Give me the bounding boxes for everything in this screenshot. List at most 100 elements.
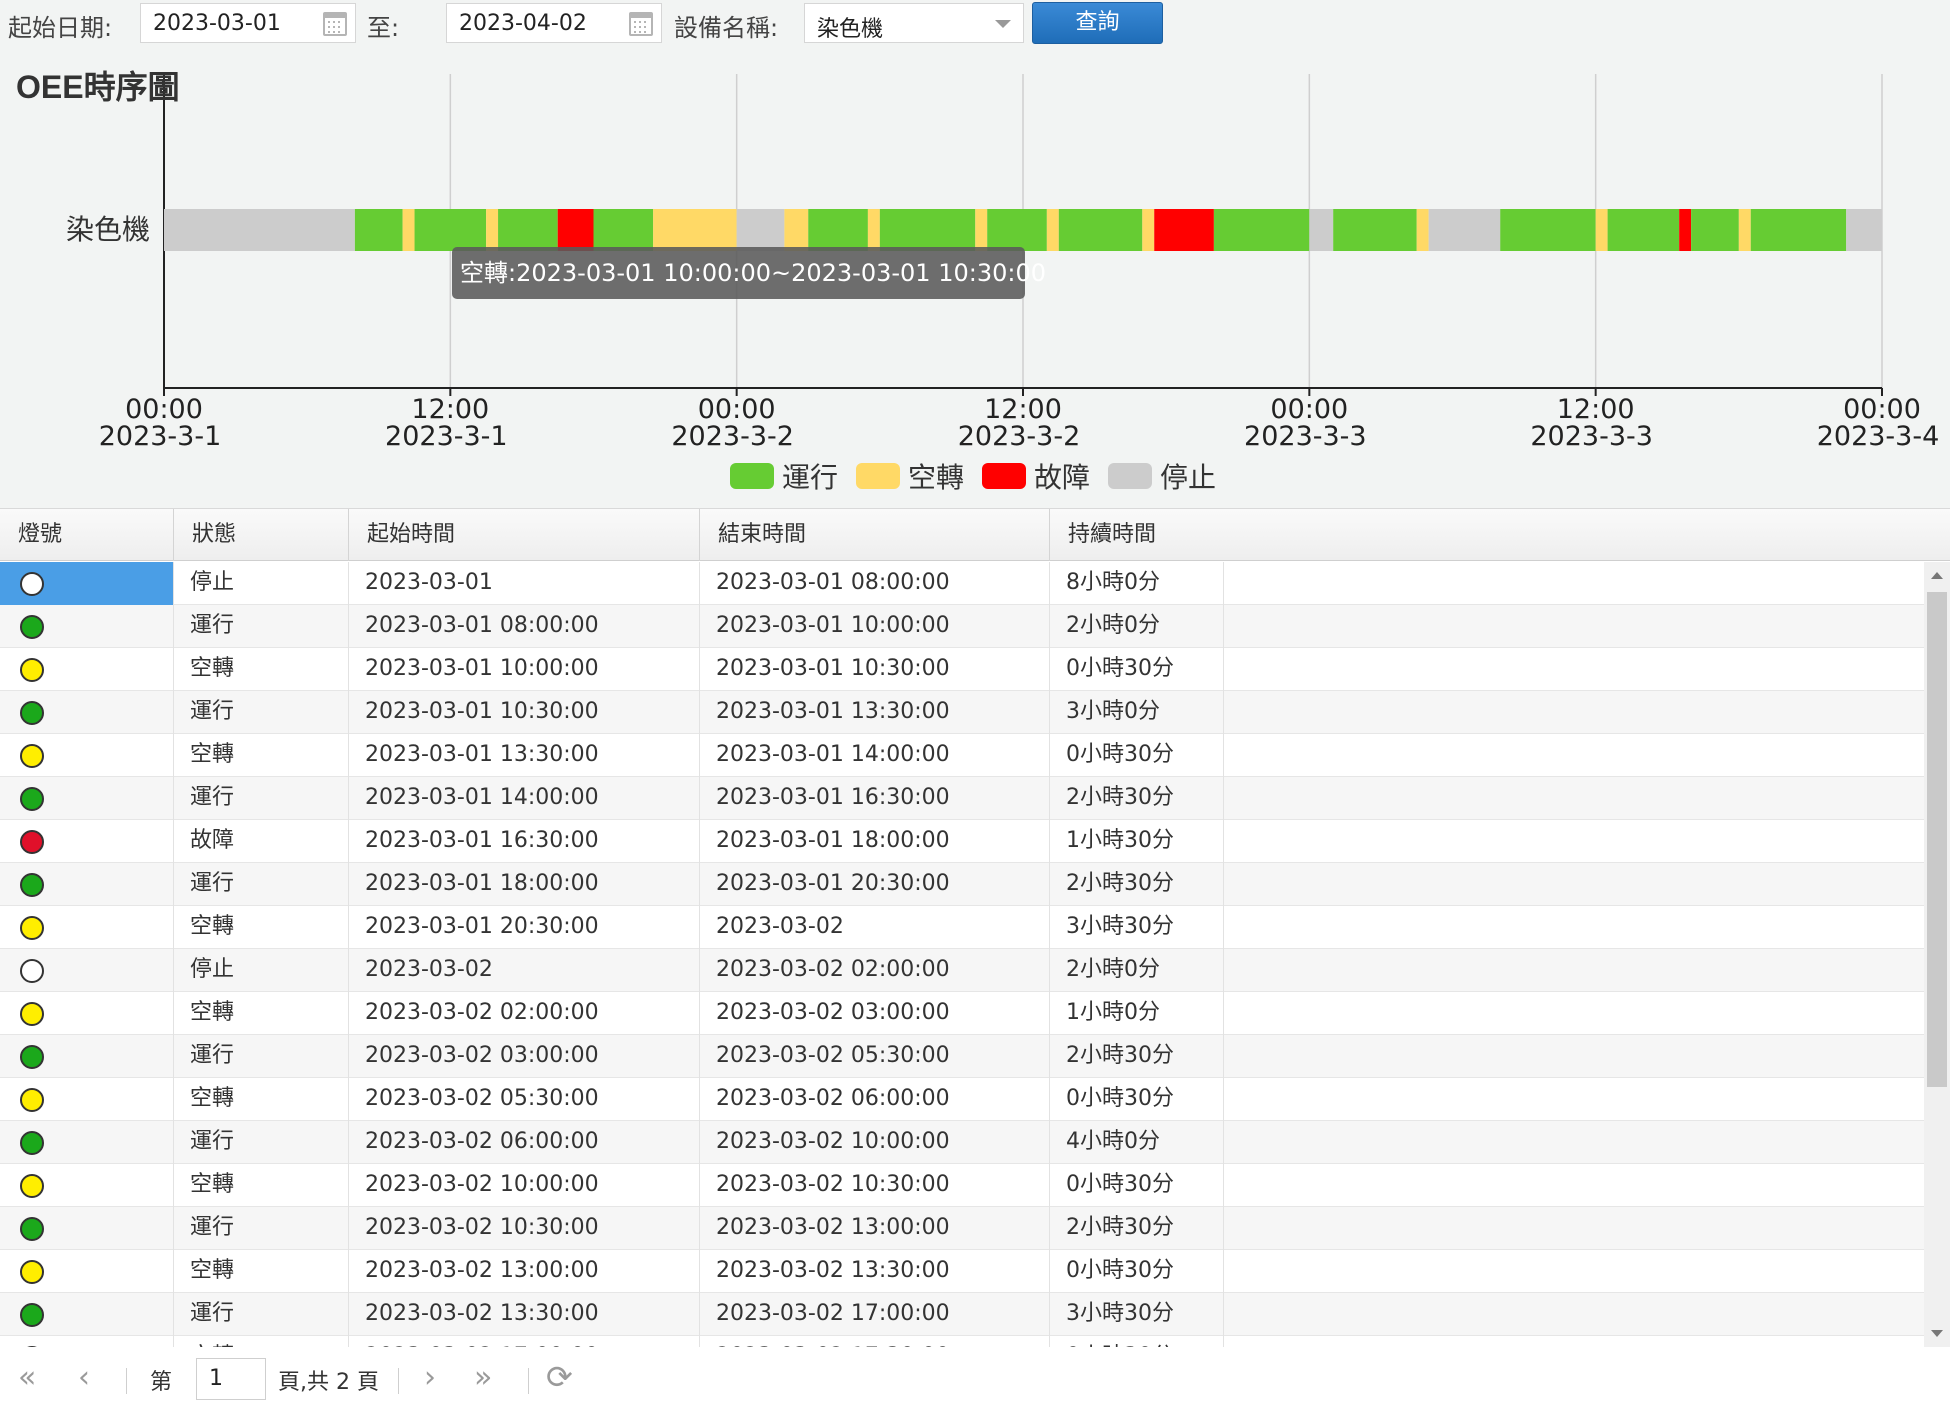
table-row[interactable]: 空轉 2023-03-01 13:30:00 2023-03-01 14:00:00… bbox=[0, 734, 1924, 777]
status-lamp-icon bbox=[20, 1088, 44, 1112]
lamp-cell bbox=[0, 1250, 174, 1293]
timeline-segment[interactable] bbox=[593, 209, 654, 251]
table-row[interactable]: 空轉 2023-03-01 20:30:00 2023-03-02 3小時30分 bbox=[0, 906, 1924, 949]
prev-page-icon[interactable]: ‹ bbox=[78, 1360, 90, 1395]
end-time-cell: 2023-03-02 10:00:00 bbox=[700, 1121, 1050, 1164]
header-end-time[interactable]: 結束時間 bbox=[700, 509, 1050, 561]
timeline-segment[interactable] bbox=[784, 209, 809, 251]
table-row[interactable]: 運行 2023-03-02 10:30:00 2023-03-02 13:00:00… bbox=[0, 1207, 1924, 1250]
timeline-segment[interactable] bbox=[879, 209, 976, 251]
last-page-icon[interactable]: » bbox=[474, 1360, 492, 1395]
timeline-segment[interactable] bbox=[557, 209, 594, 251]
vertical-scrollbar[interactable] bbox=[1924, 562, 1950, 1347]
end-time-cell: 2023-03-02 02:00:00 bbox=[700, 949, 1050, 992]
scroll-down-icon[interactable] bbox=[1931, 1330, 1943, 1337]
legend-item[interactable]: 停止 bbox=[1108, 456, 1216, 496]
header-lamp[interactable]: 燈號 bbox=[0, 509, 174, 561]
timeline-segment[interactable] bbox=[1738, 209, 1751, 251]
timeline-segment[interactable] bbox=[164, 209, 355, 251]
header-status[interactable]: 狀態 bbox=[174, 509, 349, 561]
chevron-down-icon[interactable] bbox=[995, 20, 1011, 28]
timeline-segment[interactable] bbox=[1046, 209, 1059, 251]
timeline-segment[interactable] bbox=[486, 209, 499, 251]
timeline-segment[interactable] bbox=[1846, 209, 1882, 251]
duration-cell: 0小時30分 bbox=[1050, 1250, 1224, 1293]
status-cell: 運行 bbox=[174, 863, 349, 906]
timeline-segment[interactable] bbox=[354, 209, 403, 251]
timeline-segment[interactable] bbox=[1333, 209, 1417, 251]
status-lamp-icon bbox=[20, 615, 44, 639]
end-date-field[interactable]: 2023-04-02 bbox=[446, 3, 662, 43]
timeline-segment[interactable] bbox=[1309, 209, 1334, 251]
timeline-segment[interactable] bbox=[987, 209, 1047, 251]
lamp-cell bbox=[0, 562, 174, 605]
refresh-icon[interactable]: ⟳ bbox=[546, 1358, 573, 1396]
timeline-segment[interactable] bbox=[736, 209, 785, 251]
table-row[interactable]: 運行 2023-03-01 08:00:00 2023-03-01 10:00:00… bbox=[0, 605, 1924, 648]
timeline-segment[interactable] bbox=[808, 209, 868, 251]
timeline-segment[interactable] bbox=[1058, 209, 1143, 251]
table-row[interactable]: 空轉 2023-03-02 05:30:00 2023-03-02 06:00:00… bbox=[0, 1078, 1924, 1121]
header-start-time[interactable]: 起始時間 bbox=[349, 509, 700, 561]
table-row[interactable]: 空轉 2023-03-02 02:00:00 2023-03-02 03:00:00… bbox=[0, 992, 1924, 1035]
legend-item[interactable]: 空轉 bbox=[856, 456, 964, 496]
table-row[interactable]: 空轉 2023-03-01 10:00:00 2023-03-01 10:30:00… bbox=[0, 648, 1924, 691]
timeline-segment[interactable] bbox=[975, 209, 988, 251]
legend-item[interactable]: 故障 bbox=[982, 456, 1090, 496]
timeline-segment[interactable] bbox=[1607, 209, 1680, 251]
calendar-icon[interactable] bbox=[629, 12, 653, 36]
oee-chart: 染色機 00:00 2023-3-1 12:00 2023-3-1 00:00 2023-3… bbox=[0, 52, 1950, 508]
start-date-field[interactable]: 2023-03-01 bbox=[140, 3, 356, 43]
device-label: 設備名稱: bbox=[674, 14, 779, 42]
table-row[interactable]: 運行 2023-03-01 18:00:00 2023-03-01 20:30:00… bbox=[0, 863, 1924, 906]
device-select[interactable]: 染色機 bbox=[804, 3, 1024, 43]
page-total-text: 頁,共 2 頁 bbox=[278, 1370, 379, 1395]
next-page-icon[interactable]: › bbox=[424, 1360, 436, 1395]
timeline-segment[interactable] bbox=[1691, 209, 1739, 251]
table-row[interactable]: 運行 2023-03-02 03:00:00 2023-03-02 05:30:00… bbox=[0, 1035, 1924, 1078]
timeline-segment[interactable] bbox=[1142, 209, 1155, 251]
duration-cell: 0小時30分 bbox=[1050, 1164, 1224, 1207]
end-time-cell: 2023-03-02 03:00:00 bbox=[700, 992, 1050, 1035]
first-page-icon[interactable]: « bbox=[18, 1360, 36, 1395]
timeline-segment[interactable] bbox=[1595, 209, 1608, 251]
timeline-segment[interactable] bbox=[1500, 209, 1596, 251]
lamp-cell bbox=[0, 1336, 174, 1347]
table-header: 燈號 狀態 起始時間 結束時間 持續時間 bbox=[0, 509, 1950, 561]
scroll-up-icon[interactable] bbox=[1931, 572, 1943, 579]
table-row[interactable]: 故障 2023-03-01 16:30:00 2023-03-01 18:00:00… bbox=[0, 820, 1924, 863]
page-number-input[interactable]: 1 bbox=[196, 1358, 266, 1400]
timeline-segment[interactable] bbox=[653, 209, 737, 251]
legend-item[interactable]: 運行 bbox=[730, 456, 838, 496]
table-row[interactable]: 空轉2023-03-02 17:00:002023-03-02 17:30:00… bbox=[0, 1336, 1924, 1347]
lamp-cell bbox=[0, 1121, 174, 1164]
header-duration[interactable]: 持續時間 bbox=[1050, 509, 1950, 561]
timeline-segment[interactable] bbox=[1213, 209, 1310, 251]
timeline-segment[interactable] bbox=[1154, 209, 1214, 251]
calendar-icon[interactable] bbox=[323, 12, 347, 36]
table-row[interactable]: 停止 2023-03-02 2023-03-02 02:00:00 2小時0分 bbox=[0, 949, 1924, 992]
table-row[interactable]: 空轉 2023-03-02 13:00:00 2023-03-02 13:30:00… bbox=[0, 1250, 1924, 1293]
timeline-segment[interactable] bbox=[498, 209, 558, 251]
timeline-segment[interactable] bbox=[1679, 209, 1692, 251]
status-cell: 運行 bbox=[174, 1293, 349, 1336]
timeline-segment[interactable] bbox=[414, 209, 487, 251]
table-row[interactable]: 運行 2023-03-02 13:30:00 2023-03-02 17:00:00… bbox=[0, 1293, 1924, 1336]
query-button[interactable]: 查詢 bbox=[1032, 2, 1163, 44]
table-row[interactable]: 空轉 2023-03-02 10:00:00 2023-03-02 10:30:00… bbox=[0, 1164, 1924, 1207]
table-row[interactable]: 運行 2023-03-02 06:00:00 2023-03-02 10:00:00… bbox=[0, 1121, 1924, 1164]
status-cell: 運行 bbox=[174, 605, 349, 648]
timeline-segment[interactable] bbox=[402, 209, 415, 251]
lamp-cell bbox=[0, 820, 174, 863]
duration-cell: 2小時30分 bbox=[1050, 1035, 1224, 1078]
timeline-segment[interactable] bbox=[1428, 209, 1501, 251]
table-row[interactable]: 停止 2023-03-01 2023-03-01 08:00:00 8小時0分 bbox=[0, 562, 1924, 605]
timeline-segment[interactable] bbox=[1416, 209, 1429, 251]
scrollbar-thumb[interactable] bbox=[1927, 592, 1947, 1087]
timeline-segment[interactable] bbox=[1750, 209, 1847, 251]
table-row[interactable]: 運行 2023-03-01 14:00:00 2023-03-01 16:30:00… bbox=[0, 777, 1924, 820]
end-time-cell: 2023-03-01 10:30:00 bbox=[700, 648, 1050, 691]
timeline-segment[interactable] bbox=[867, 209, 880, 251]
table-row[interactable]: 運行 2023-03-01 10:30:00 2023-03-01 13:30:00… bbox=[0, 691, 1924, 734]
duration-cell: 0小時30分 bbox=[1050, 648, 1224, 691]
